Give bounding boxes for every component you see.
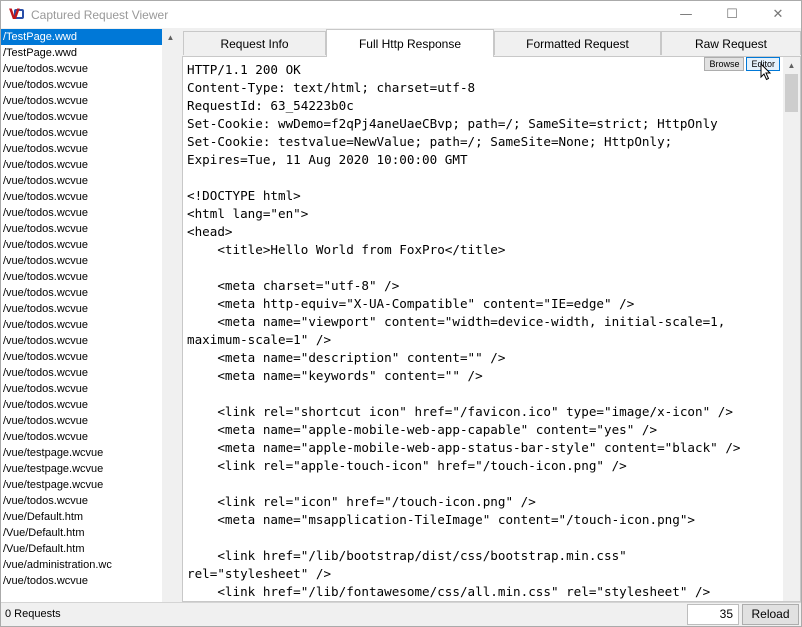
response-line: <meta name="viewport" content="width=dev…	[187, 314, 726, 329]
response-line: maximum-scale=1" />	[187, 332, 332, 347]
response-line: <meta charset="utf-8" />	[187, 278, 400, 293]
request-list-item[interactable]: /vue/todos.wcvue	[1, 157, 162, 173]
response-line: <head>	[187, 224, 233, 239]
request-list-item[interactable]: /vue/testpage.wcvue	[1, 445, 162, 461]
response-line	[187, 529, 782, 547]
request-list-item[interactable]: /vue/todos.wcvue	[1, 285, 162, 301]
response-line: rel="stylesheet" />	[187, 566, 332, 581]
response-line: <link href="/lib/fontawesome/css/all.min…	[187, 584, 711, 599]
request-list-item[interactable]: /vue/todos.wcvue	[1, 365, 162, 381]
request-list-item[interactable]: /vue/todos.wcvue	[1, 381, 162, 397]
request-list-item[interactable]: /vue/todos.wcvue	[1, 253, 162, 269]
request-count-label: 0 Requests	[5, 608, 61, 620]
status-bar: 0 Requests 35 Reload	[1, 602, 801, 626]
response-line: <meta name="keywords" content="" />	[187, 368, 483, 383]
request-list-item[interactable]: /vue/todos.wcvue	[1, 109, 162, 125]
response-line: Expires=Tue, 11 Aug 2020 10:00:00 GMT	[187, 152, 468, 167]
close-button[interactable]: ✕	[755, 1, 801, 28]
response-line	[187, 169, 782, 187]
minimize-button[interactable]: —	[663, 1, 709, 28]
request-list-item[interactable]: /vue/todos.wcvue	[1, 221, 162, 237]
response-line	[187, 385, 782, 403]
response-line: Set-Cookie: wwDemo=f2qPj4aneUaeCBvp; pat…	[187, 116, 718, 131]
request-list[interactable]: /TestPage.wwd/TestPage.wwd/vue/todos.wcv…	[1, 29, 162, 602]
request-list-pane: /TestPage.wwd/TestPage.wwd/vue/todos.wcv…	[1, 29, 179, 602]
response-line: Set-Cookie: testvalue=NewValue; path=/; …	[187, 134, 673, 149]
request-list-item[interactable]: /vue/todos.wcvue	[1, 493, 162, 509]
scroll-up-icon[interactable]: ▲	[162, 29, 179, 46]
close-icon: ✕	[772, 7, 784, 22]
request-list-item[interactable]: /vue/todos.wcvue	[1, 429, 162, 445]
request-list-item[interactable]: /vue/todos.wcvue	[1, 173, 162, 189]
response-viewer[interactable]: HTTP/1.1 200 OK Content-Type: text/html; …	[182, 56, 801, 602]
request-list-item[interactable]: /vue/todos.wcvue	[1, 269, 162, 285]
response-line: <meta name="description" content="" />	[187, 350, 506, 365]
west-wind-logo-icon: V	[9, 7, 25, 23]
browse-button[interactable]: Browse	[704, 57, 745, 71]
minimize-icon: —	[679, 7, 693, 22]
window-title: Captured Request Viewer	[31, 7, 169, 22]
request-list-item[interactable]: /vue/todos.wcvue	[1, 61, 162, 77]
response-line: HTTP/1.1 200 OK	[187, 62, 301, 77]
response-line: <meta http-equiv="X-UA-Compatible" conte…	[187, 296, 635, 311]
response-line	[187, 259, 782, 277]
response-line: <!DOCTYPE html>	[187, 188, 301, 203]
request-list-item[interactable]: /Vue/Default.htm	[1, 541, 162, 557]
response-line: Content-Type: text/html; charset=utf-8	[187, 80, 476, 95]
reload-button[interactable]: Reload	[742, 604, 799, 625]
tab-strip: Request Info Full Http Response Formatte…	[182, 29, 801, 57]
request-list-item[interactable]: /vue/todos.wcvue	[1, 93, 162, 109]
request-list-item[interactable]: /vue/todos.wcvue	[1, 237, 162, 253]
http-response-text[interactable]: HTTP/1.1 200 OK Content-Type: text/html; …	[187, 61, 782, 601]
response-line: <meta name="apple-mobile-web-app-capable…	[187, 422, 658, 437]
request-list-item[interactable]: /vue/testpage.wcvue	[1, 477, 162, 493]
response-line: <link rel="shortcut icon" href="/favicon…	[187, 404, 733, 419]
response-line: <link rel="apple-touch-icon" href="/touc…	[187, 458, 627, 473]
request-list-item[interactable]: /vue/todos.wcvue	[1, 317, 162, 333]
request-list-scrollbar[interactable]: ▲	[162, 29, 179, 602]
tab-request-info[interactable]: Request Info	[183, 31, 326, 55]
request-list-item[interactable]: /vue/todos.wcvue	[1, 301, 162, 317]
tab-formatted-request[interactable]: Formatted Request	[494, 31, 661, 55]
title-bar[interactable]: V Captured Request Viewer — ☐ ✕	[1, 1, 801, 28]
response-scrollbar[interactable]: ▲	[783, 57, 800, 601]
app-window: V Captured Request Viewer — ☐ ✕ /TestPag…	[0, 0, 802, 627]
response-line: <meta name="apple-mobile-web-app-status-…	[187, 440, 741, 455]
scroll-thumb[interactable]	[785, 74, 798, 112]
response-line: <meta name="msapplication-TileImage" con…	[187, 512, 695, 527]
response-line: <title>Hello World from FoxPro</title>	[187, 242, 506, 257]
request-list-item[interactable]: /vue/todos.wcvue	[1, 333, 162, 349]
request-list-item[interactable]: /vue/administration.wc	[1, 557, 162, 573]
maximize-icon: ☐	[726, 7, 738, 22]
request-list-item[interactable]: /vue/todos.wcvue	[1, 413, 162, 429]
request-list-item[interactable]: /vue/todos.wcvue	[1, 77, 162, 93]
response-line: RequestId: 63_54223b0c	[187, 98, 354, 113]
count-field[interactable]: 35	[687, 604, 739, 625]
request-list-item[interactable]: /vue/todos.wcvue	[1, 125, 162, 141]
scroll-up-icon[interactable]: ▲	[783, 57, 800, 74]
tab-raw-request[interactable]: Raw Request	[661, 31, 801, 55]
request-list-item[interactable]: /TestPage.wwd	[1, 45, 162, 61]
request-list-item[interactable]: /vue/testpage.wcvue	[1, 461, 162, 477]
request-list-item[interactable]: /vue/todos.wcvue	[1, 189, 162, 205]
response-line	[187, 475, 782, 493]
request-list-item[interactable]: /vue/todos.wcvue	[1, 141, 162, 157]
request-list-item[interactable]: /vue/todos.wcvue	[1, 349, 162, 365]
request-list-item[interactable]: /Vue/Default.htm	[1, 525, 162, 541]
maximize-button[interactable]: ☐	[709, 1, 755, 28]
request-list-item[interactable]: /vue/todos.wcvue	[1, 573, 162, 589]
mouse-pointer-icon	[760, 63, 772, 81]
response-line: <html lang="en">	[187, 206, 309, 221]
request-list-item[interactable]: /vue/todos.wcvue	[1, 397, 162, 413]
response-line: <link rel="icon" href="/touch-icon.png" …	[187, 494, 536, 509]
response-line: <link href="/lib/bootstrap/dist/css/boot…	[187, 548, 627, 563]
tab-full-http-response[interactable]: Full Http Response	[326, 29, 494, 57]
request-list-item[interactable]: /vue/todos.wcvue	[1, 205, 162, 221]
request-list-item[interactable]: /TestPage.wwd	[1, 29, 162, 45]
request-list-item[interactable]: /vue/Default.htm	[1, 509, 162, 525]
